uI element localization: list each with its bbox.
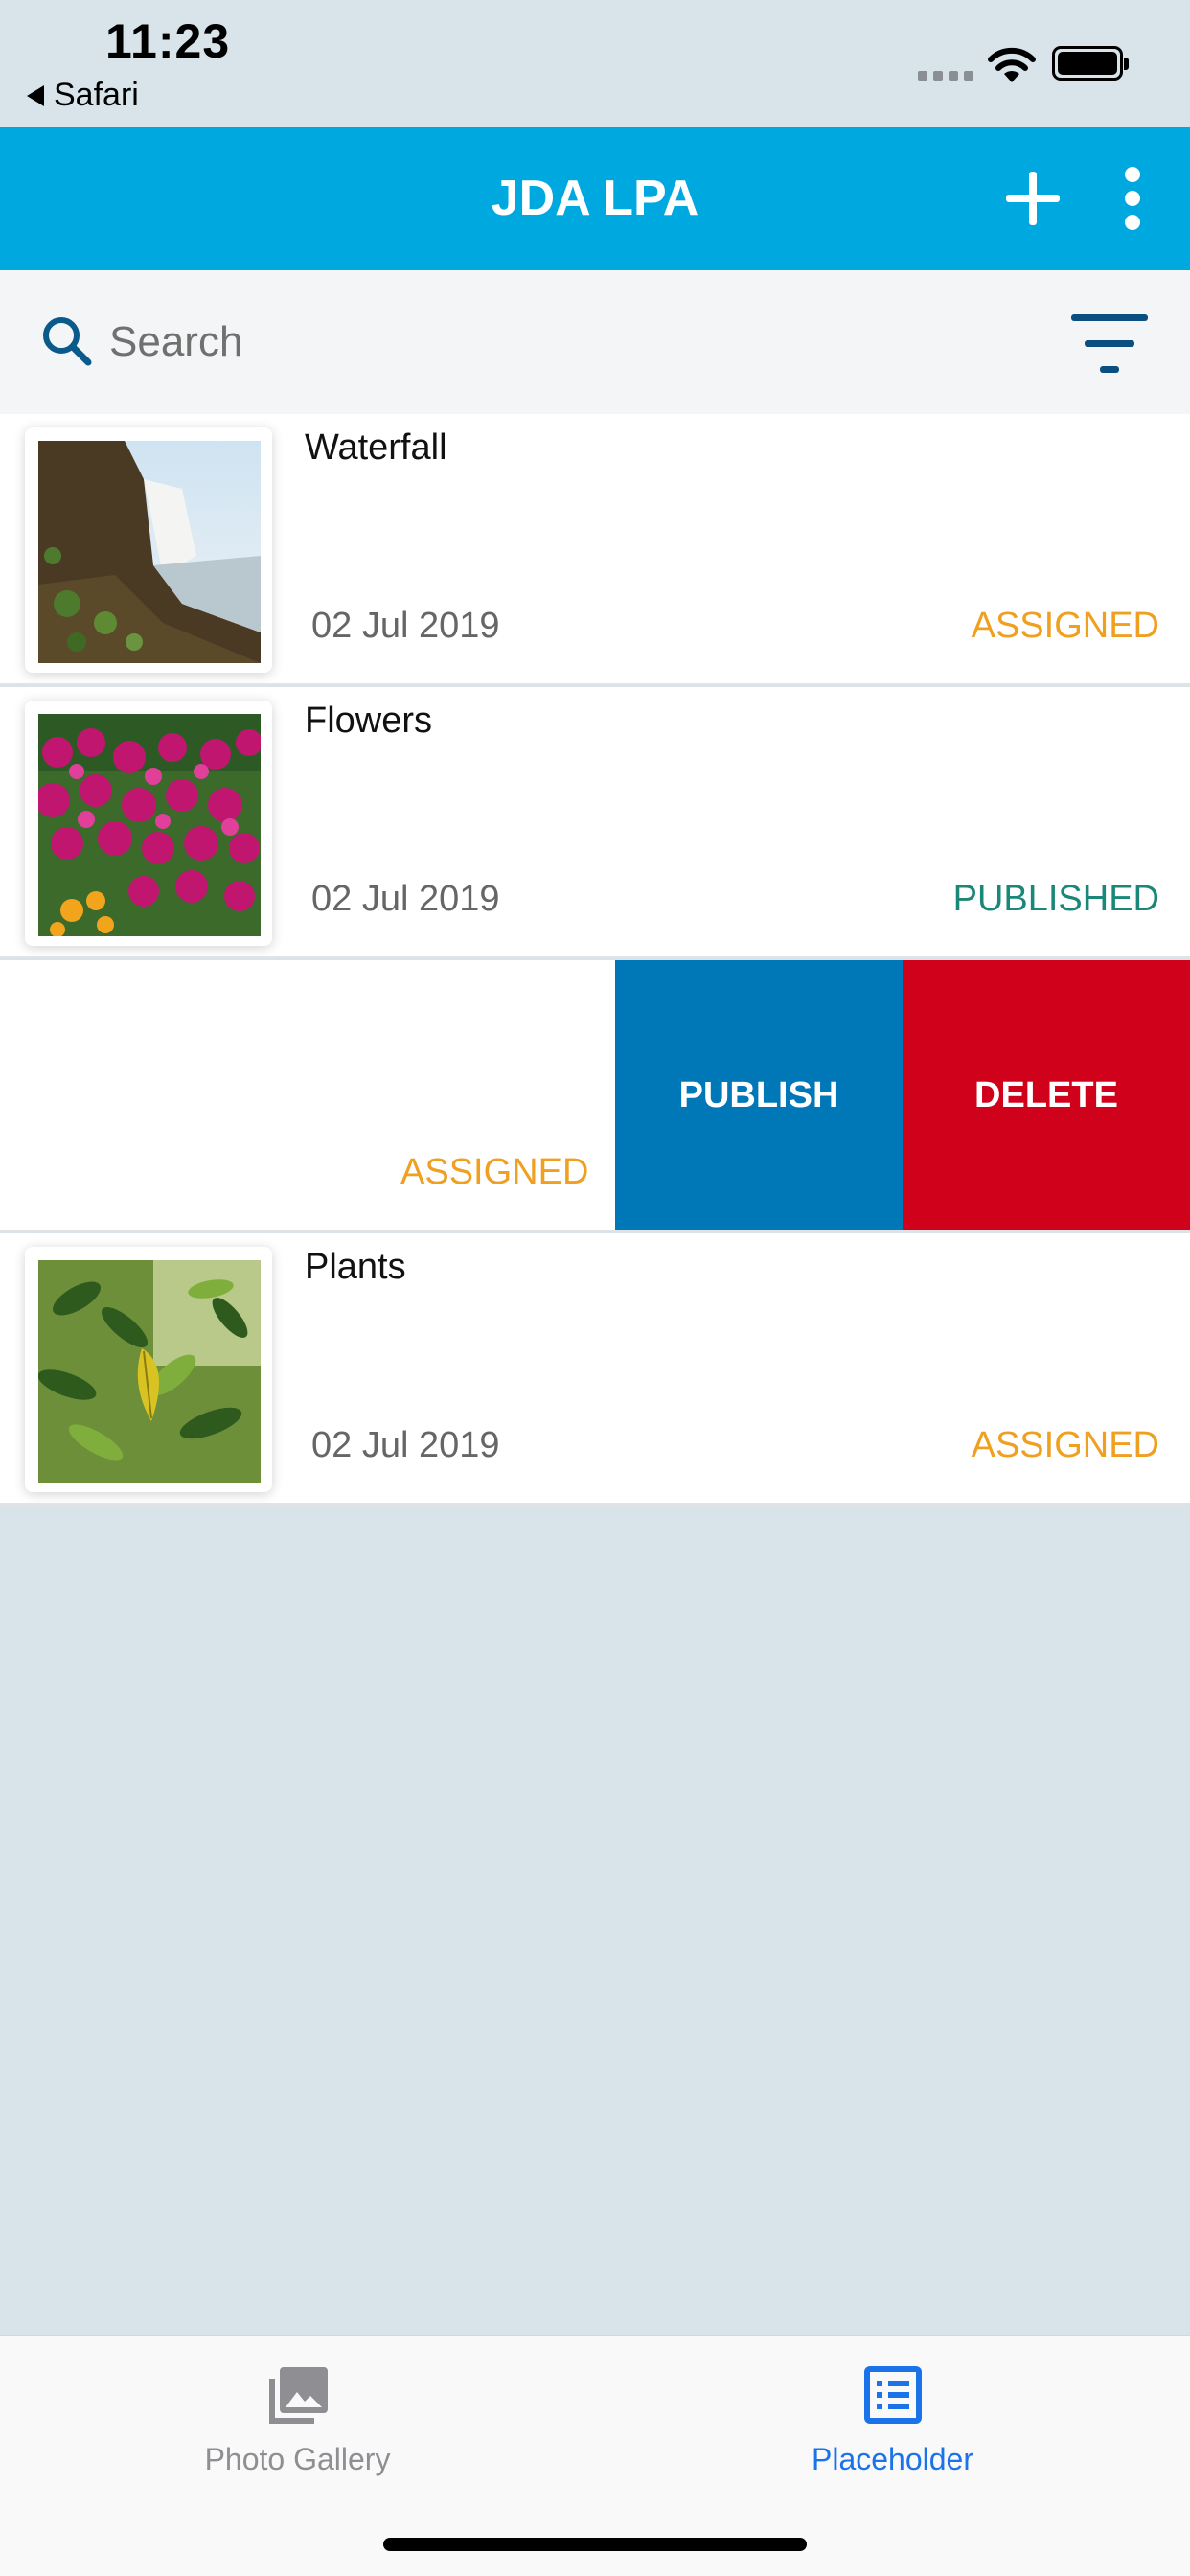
more-vertical-icon[interactable] bbox=[1119, 167, 1146, 230]
back-arrow-icon bbox=[27, 84, 44, 106]
tab-label: Photo Gallery bbox=[204, 2442, 391, 2476]
list-item[interactable]: Flowers 02 Jul 2019 PUBLISHED bbox=[0, 687, 1190, 958]
item-date: 02 Jul 2019 bbox=[311, 606, 500, 646]
thumbnail bbox=[25, 1247, 272, 1492]
tab-placeholder[interactable]: Placeholder bbox=[595, 2336, 1190, 2499]
status-badge: PUBLISHED bbox=[952, 879, 1159, 919]
tab-label: Placeholder bbox=[812, 2442, 973, 2476]
search-bar bbox=[0, 270, 1190, 414]
battery-icon bbox=[1052, 46, 1129, 80]
status-badge: ASSIGNED bbox=[400, 1152, 589, 1192]
plus-icon[interactable] bbox=[1006, 172, 1060, 225]
item-date: 02 Jul 2019 bbox=[311, 1425, 500, 1465]
thumbnail bbox=[25, 427, 272, 673]
waterfall-image bbox=[38, 441, 261, 663]
item-title: Waterfall bbox=[305, 427, 447, 468]
filter-icon[interactable] bbox=[1071, 314, 1148, 374]
search-input[interactable] bbox=[109, 309, 972, 376]
item-title: Plants bbox=[305, 1247, 406, 1287]
back-label: Safari bbox=[54, 77, 139, 113]
app-bar: JDA LPA bbox=[0, 126, 1190, 270]
list-icon bbox=[863, 2366, 922, 2424]
wifi-icon bbox=[988, 47, 1036, 82]
flowers-image bbox=[38, 714, 261, 936]
plants-image bbox=[38, 1260, 261, 1483]
status-time: 11:23 bbox=[105, 14, 231, 68]
status-badge: ASSIGNED bbox=[971, 606, 1159, 646]
publish-button[interactable]: PUBLISH bbox=[615, 960, 903, 1230]
delete-button[interactable]: DELETE bbox=[903, 960, 1190, 1230]
item-title: Flowers bbox=[305, 701, 433, 741]
back-to-safari[interactable]: Safari bbox=[27, 77, 139, 114]
list-item-swiped[interactable]: ASSIGNED PUBLISH DELETE bbox=[0, 960, 1190, 1231]
list-item[interactable]: Waterfall 02 Jul 2019 ASSIGNED bbox=[0, 414, 1190, 685]
search-icon bbox=[43, 317, 92, 366]
signal-icon bbox=[918, 71, 973, 80]
status-bar: 11:23 Safari bbox=[0, 0, 1190, 126]
photo-gallery-icon bbox=[268, 2367, 328, 2424]
tab-photo-gallery[interactable]: Photo Gallery bbox=[0, 2336, 595, 2499]
thumbnail bbox=[25, 701, 272, 946]
status-badge: ASSIGNED bbox=[971, 1425, 1159, 1465]
item-date: 02 Jul 2019 bbox=[311, 879, 500, 919]
home-indicator[interactable] bbox=[383, 2538, 807, 2551]
list-item[interactable]: Plants 02 Jul 2019 ASSIGNED bbox=[0, 1233, 1190, 1505]
